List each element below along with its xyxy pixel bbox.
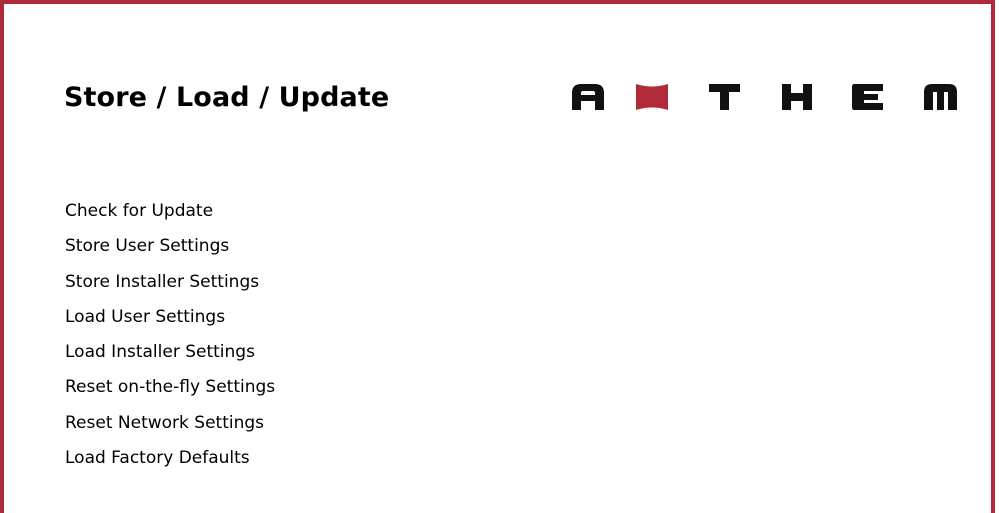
load-factory-defaults-link[interactable]: Load Factory Defaults — [65, 445, 275, 480]
logo-flag-icon — [636, 84, 668, 110]
logo-letter-a — [572, 84, 604, 110]
logo-letter-m — [924, 84, 957, 110]
settings-menu: Check for Update Store User Settings Sto… — [65, 198, 275, 480]
store-user-settings-link[interactable]: Store User Settings — [65, 233, 275, 268]
load-installer-settings-link[interactable]: Load Installer Settings — [65, 339, 275, 374]
reset-on-the-fly-settings-link[interactable]: Reset on-the-fly Settings — [65, 374, 275, 409]
logo-letter-e — [852, 84, 883, 110]
anthem-logo — [572, 84, 957, 110]
load-user-settings-link[interactable]: Load User Settings — [65, 304, 275, 339]
logo-letter-h — [782, 84, 812, 110]
logo-letter-t — [709, 84, 740, 110]
store-installer-settings-link[interactable]: Store Installer Settings — [65, 269, 275, 304]
reset-network-settings-link[interactable]: Reset Network Settings — [65, 410, 275, 445]
page-title: Store / Load / Update — [64, 82, 390, 113]
check-for-update-link[interactable]: Check for Update — [65, 198, 275, 233]
